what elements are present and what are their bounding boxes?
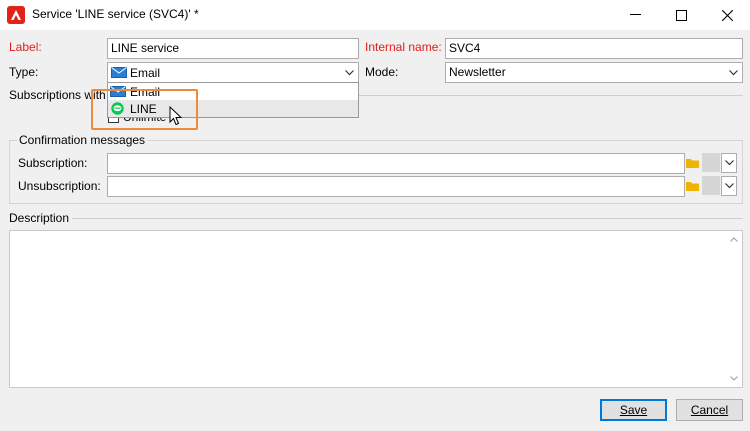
save-button[interactable]: Save — [600, 399, 667, 421]
app-logo-icon — [7, 6, 25, 24]
cancel-button[interactable]: Cancel — [676, 399, 743, 421]
description-textarea[interactable] — [9, 230, 743, 388]
chevron-down-icon — [724, 160, 734, 166]
folder-icon — [685, 159, 699, 168]
separator — [359, 95, 743, 96]
cancel-button-label: Cancel — [690, 403, 729, 417]
type-select[interactable]: Email — [107, 62, 359, 83]
mode-select[interactable]: Newsletter — [445, 62, 743, 83]
unsubscription-caption: Unsubscription: — [18, 179, 101, 193]
mode-dropdown-button[interactable] — [725, 63, 741, 82]
scroll-up-icon[interactable] — [730, 237, 738, 242]
close-button[interactable] — [704, 0, 750, 30]
close-icon — [721, 9, 733, 21]
chevron-down-icon — [344, 69, 354, 75]
type-dropdown-button[interactable] — [341, 63, 357, 82]
subscription-caption: Subscription: — [18, 156, 88, 170]
mouse-cursor-icon — [169, 106, 183, 126]
subscription-input[interactable] — [107, 153, 685, 174]
chevron-down-icon — [724, 183, 734, 189]
window-title: Service 'LINE service (SVC4)' * — [32, 7, 199, 21]
unsubscription-dropdown-button[interactable] — [721, 176, 737, 196]
internal-name-caption: Internal name: — [365, 40, 442, 54]
subscription-edit-button[interactable] — [702, 153, 720, 172]
unsubscription-edit-button[interactable] — [702, 176, 720, 195]
subscription-dropdown-button[interactable] — [721, 153, 737, 173]
title-bar: Service 'LINE service (SVC4)' * — [0, 0, 750, 30]
save-button-label: Save — [619, 403, 648, 417]
mode-select-value: Newsletter — [449, 65, 506, 79]
envelope-icon — [111, 67, 127, 78]
subscription-folder-button[interactable] — [684, 153, 700, 173]
minimize-icon — [629, 14, 641, 15]
description-scrollbar[interactable] — [726, 231, 742, 387]
unsubscription-input[interactable] — [107, 176, 685, 197]
maximize-button[interactable] — [658, 0, 704, 30]
scroll-down-icon[interactable] — [730, 376, 738, 381]
label-input[interactable]: LINE service — [107, 38, 359, 59]
internal-name-input[interactable]: SVC4 — [445, 38, 743, 59]
chevron-down-icon — [728, 69, 738, 75]
folder-icon — [685, 182, 699, 191]
maximize-icon — [675, 9, 687, 21]
minimize-button[interactable] — [612, 0, 658, 30]
unsubscription-folder-button[interactable] — [684, 176, 700, 196]
description-title: Description — [9, 211, 70, 225]
type-select-value: Email — [130, 66, 161, 80]
type-caption: Type: — [9, 65, 39, 79]
mode-caption: Mode: — [365, 65, 399, 79]
confirmation-group-title: Confirmation messages — [17, 133, 148, 147]
label-caption: Label: — [9, 40, 42, 54]
separator — [72, 218, 743, 219]
